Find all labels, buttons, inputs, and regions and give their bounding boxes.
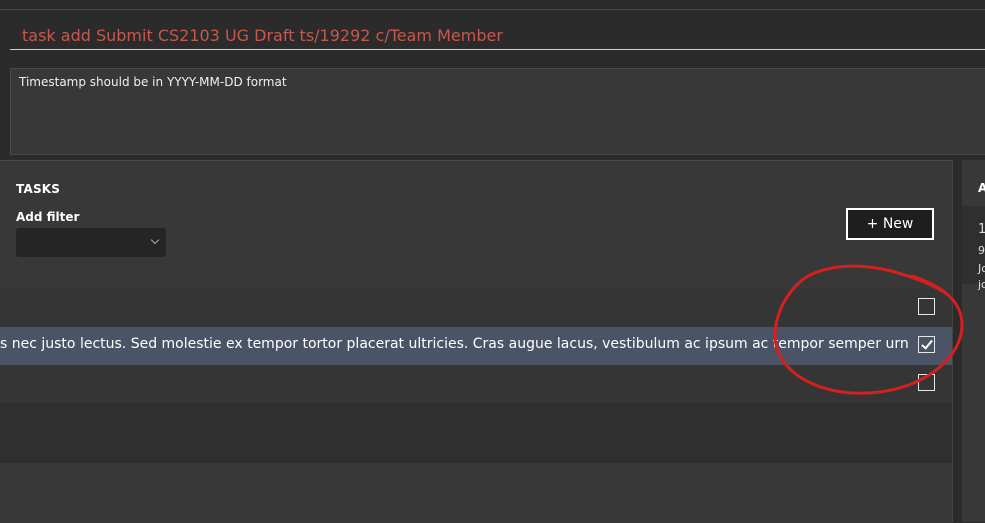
task-row[interactable] (0, 365, 952, 403)
task-row[interactable] (0, 289, 952, 327)
side-panel-title: A (978, 181, 985, 195)
title-bar (0, 0, 985, 10)
command-area: task add Submit CS2103 UG Draft ts/19292… (0, 10, 985, 58)
side-panel: A 1 9 Jo jo (962, 160, 985, 522)
tasks-title: TASKS (16, 182, 61, 196)
task-list: s nec justo lectus. Sed molestie ex temp… (0, 289, 952, 463)
command-input[interactable]: task add Submit CS2103 UG Draft ts/19292… (10, 24, 985, 50)
side-card-line: 9 (978, 244, 985, 257)
chevron-down-icon (150, 235, 160, 245)
side-card-line: Jo (978, 262, 985, 275)
panel-divider[interactable] (952, 160, 962, 522)
task-text: s nec justo lectus. Sed molestie ex temp… (0, 336, 909, 352)
tasks-panel: TASKS Add filter + New s nec justo lectu… (0, 160, 952, 523)
filter-label: Add filter (16, 210, 80, 224)
task-checkbox[interactable] (918, 374, 935, 391)
result-message: Timestamp should be in YYYY-MM-DD format (19, 75, 287, 89)
result-display: Timestamp should be in YYYY-MM-DD format (10, 68, 985, 155)
task-checkbox-checked[interactable] (918, 336, 935, 353)
task-checkbox[interactable] (918, 298, 935, 315)
task-row-selected[interactable]: s nec justo lectus. Sed molestie ex temp… (0, 327, 952, 365)
side-panel-card[interactable]: 1 9 Jo jo (962, 206, 985, 291)
new-task-button[interactable]: + New (846, 208, 934, 240)
side-card-line: 1 (978, 222, 985, 237)
filter-dropdown[interactable] (16, 228, 166, 257)
side-card-line: jo (978, 278, 985, 291)
